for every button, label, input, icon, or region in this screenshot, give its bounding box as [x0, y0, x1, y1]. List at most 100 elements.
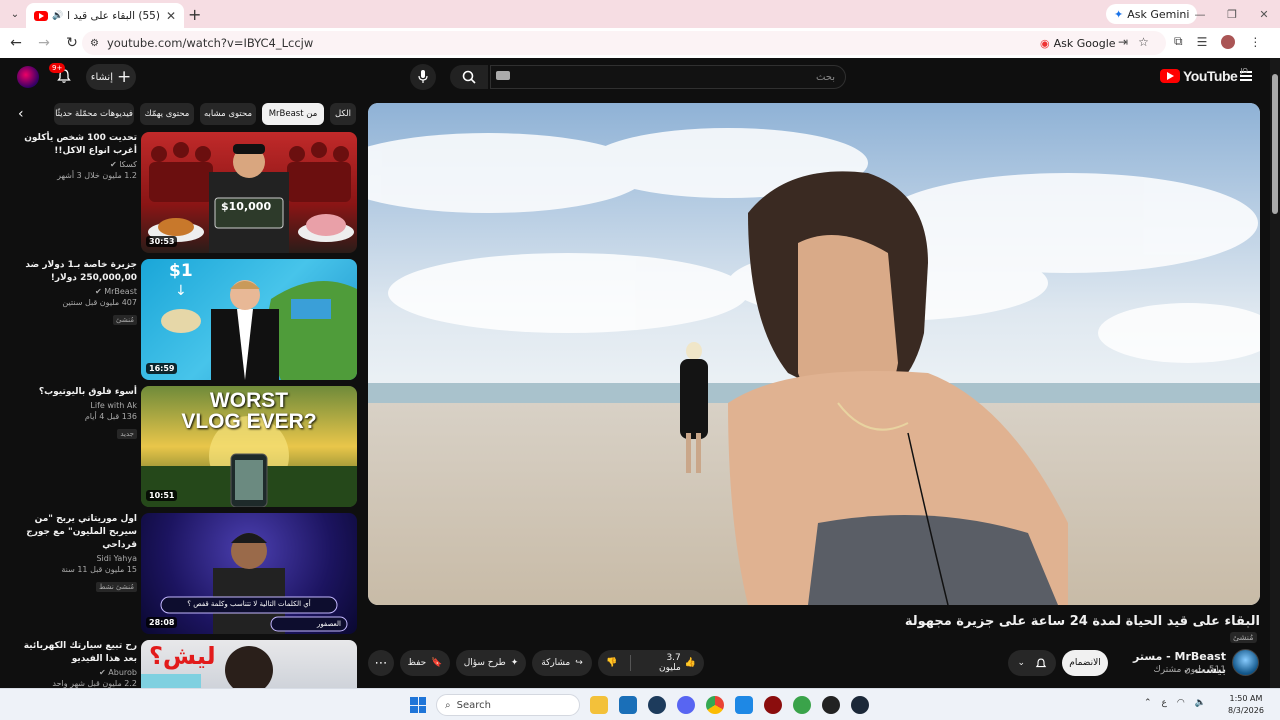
rec-metadata[interactable]: رح تبيع سيارتك الكهربائية بعد هذا الفيدي…: [10, 640, 137, 688]
rec-channel-name[interactable]: MrBeast: [104, 287, 137, 296]
join-button[interactable]: الانضمام: [1062, 650, 1108, 676]
share-button[interactable]: ↪ مشاركة: [532, 650, 592, 676]
youtube-favicon-icon: [34, 10, 48, 21]
rec-thumbnail[interactable]: ليش؟: [141, 640, 357, 688]
rec-stats: 136 قبل 4 أيام: [84, 412, 137, 421]
new-tab-button[interactable]: +: [188, 5, 201, 24]
minimize-icon[interactable]: —: [1184, 0, 1216, 28]
app-icon-dark[interactable]: [822, 696, 840, 714]
close-tab-icon[interactable]: ✕: [166, 9, 176, 23]
plus-icon: +: [116, 67, 132, 87]
verified-icon: ✔: [99, 668, 106, 677]
chrome-icon[interactable]: [706, 696, 724, 714]
channel-avatar[interactable]: [1232, 649, 1259, 676]
ask-question-button[interactable]: ✦ طرح سؤال: [456, 650, 526, 676]
chip-recently-uploaded[interactable]: فيديوهات محمّلة حديثًا: [54, 103, 134, 125]
create-button[interactable]: إنشاء +: [86, 64, 136, 90]
search-input[interactable]: بحث: [490, 65, 846, 89]
windows-taskbar: ⌕ Search ⌃ ع ◠ 🔈 1:50 AM 8/3/2026: [0, 688, 1280, 720]
rec-metadata[interactable]: اول موريتاني يربح "من سيربح المليون" مع …: [10, 513, 137, 593]
rec-title[interactable]: أسوء فلوق باليوتيوب؟: [10, 386, 137, 399]
steam-icon[interactable]: [851, 696, 869, 714]
volume-icon[interactable]: 🔈: [1195, 698, 1206, 708]
page-scrollbar[interactable]: [1270, 58, 1280, 688]
rec-channel-name[interactable]: كسكا: [119, 160, 137, 169]
rec-channel-name[interactable]: Sidi Yahya: [10, 554, 137, 563]
account-avatar[interactable]: [17, 66, 39, 88]
close-window-icon[interactable]: ✕: [1248, 0, 1280, 28]
discord-icon[interactable]: [677, 696, 695, 714]
rec-metadata[interactable]: أسوء فلوق باليوتيوب؟ Life with Ak 136 قب…: [10, 386, 137, 440]
more-actions-button[interactable]: ⋯: [368, 650, 394, 676]
omnibox[interactable]: ⚙ youtube.com/watch?v=IBYC4_Lccjw ◉ Ask …: [82, 31, 1166, 55]
ask-google-button[interactable]: ◉ Ask Google: [1040, 34, 1116, 52]
speaker-icon[interactable]: 🔊: [52, 11, 63, 21]
rec-thumbnail-art: [160, 533, 348, 634]
tab-search-button[interactable]: ⌄: [4, 3, 26, 25]
thumbs-down-icon: 👎: [606, 658, 618, 668]
video-player[interactable]: [368, 103, 1260, 605]
dislike-button[interactable]: 👎: [598, 658, 625, 668]
app-icon[interactable]: [735, 696, 753, 714]
tab-title: (55) البقاء على قيد الحياة لمد: [67, 9, 160, 22]
file-explorer-icon[interactable]: [590, 696, 608, 714]
thumbnail-answer-text: العصفور: [316, 620, 341, 628]
restore-icon[interactable]: ❐: [1216, 0, 1248, 28]
rec-metadata[interactable]: جزيرة خاصة بـ1 دولار ضد 250,000,00 دولار…: [10, 259, 137, 326]
rec-thumbnail[interactable]: $1 ↓ 16:59: [141, 259, 357, 380]
back-icon[interactable]: ←: [4, 31, 28, 55]
taskbar-search[interactable]: ⌕ Search: [436, 694, 580, 716]
chip-for-you[interactable]: محتوى يهمّك: [140, 103, 194, 125]
profile-avatar[interactable]: [1221, 34, 1236, 49]
thumbnail-dollar-text: $1: [169, 261, 193, 281]
reload-icon[interactable]: ↻: [60, 31, 84, 55]
extensions-icon[interactable]: ⧉: [1174, 34, 1183, 49]
save-label: حفظ: [407, 658, 427, 668]
forward-icon[interactable]: →: [32, 31, 56, 55]
notifications-button[interactable]: 9+: [49, 63, 74, 86]
scrollbar-thumb[interactable]: [1272, 74, 1278, 214]
site-info-icon[interactable]: ⚙: [90, 38, 99, 49]
windows-start-icon[interactable]: [410, 697, 426, 713]
app-icon-green[interactable]: [793, 696, 811, 714]
like-button[interactable]: 👍 3.7 مليون: [636, 653, 704, 673]
rec-channel-name[interactable]: Life with Ak: [10, 401, 137, 410]
bookmark-star-icon[interactable]: ☆: [1138, 35, 1149, 49]
input-language[interactable]: ع: [1162, 698, 1167, 708]
rec-title[interactable]: جزيرة خاصة بـ1 دولار ضد 250,000,00 دولار…: [10, 259, 137, 285]
video-duration: 10:51: [146, 490, 178, 501]
google-lens-icon: ◉: [1040, 36, 1050, 50]
rec-metadata[interactable]: تحديت 100 شخص يأكلون أغرب انواع الاكل!! …: [10, 132, 137, 180]
rec-title[interactable]: رح تبيع سيارتك الكهربائية بعد هذا الفيدي…: [10, 640, 137, 666]
search-placeholder: بحث: [815, 71, 835, 83]
search-button[interactable]: [450, 65, 488, 89]
voice-search-button[interactable]: [410, 64, 436, 90]
chevron-up-icon[interactable]: ⌃: [1144, 698, 1152, 708]
video-duration: 28:08: [146, 617, 178, 628]
app-icon-red[interactable]: [764, 696, 782, 714]
chip-similar[interactable]: محتوى مشابه: [200, 103, 256, 125]
browser-tab[interactable]: 🔊 (55) البقاء على قيد الحياة لمد ✕: [26, 3, 184, 28]
save-button[interactable]: 🔖 حفظ: [400, 650, 450, 676]
rec-channel-name[interactable]: Aburob: [108, 668, 137, 677]
youtube-logo[interactable]: YouTube JO: [1160, 67, 1248, 84]
rec-thumbnail[interactable]: WORST VLOG EVER? 10:51: [141, 386, 357, 507]
install-app-icon[interactable]: ⇥: [1118, 35, 1128, 49]
rec-title[interactable]: اول موريتاني يربح "من سيربح المليون" مع …: [10, 513, 137, 552]
subscribe-notification-button[interactable]: ⌄: [1008, 650, 1056, 676]
sparkle-icon: ✦: [510, 658, 519, 668]
reading-list-icon[interactable]: ☰: [1197, 35, 1208, 49]
store-icon[interactable]: [619, 696, 637, 714]
system-tray: ⌃ ع ◠ 🔈: [1144, 698, 1206, 708]
chevron-left-icon[interactable]: ‹: [18, 106, 24, 122]
chip-from-channel[interactable]: من MrBeast: [262, 103, 324, 125]
wifi-icon[interactable]: ◠: [1177, 698, 1185, 708]
keyboard-icon[interactable]: [496, 71, 510, 80]
cursor-app-icon[interactable]: [648, 696, 666, 714]
taskbar-clock[interactable]: 1:50 AM 8/3/2026: [1228, 693, 1264, 717]
chip-all[interactable]: الكل: [330, 103, 356, 125]
rec-title[interactable]: تحديت 100 شخص يأكلون أغرب انواع الاكل!!: [10, 132, 137, 158]
rec-thumbnail[interactable]: $10,000 30:53: [141, 132, 357, 253]
rec-thumbnail[interactable]: أي الكلمات التالية لا تتناسب وكلمة قفص ؟…: [141, 513, 357, 634]
menu-kebab-icon[interactable]: ⋮: [1249, 35, 1261, 49]
